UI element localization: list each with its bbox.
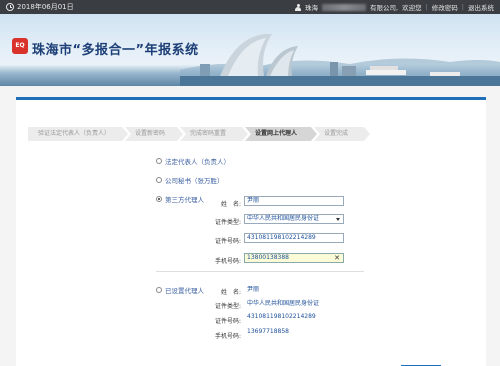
step-password-reset-done: 完成密码重置 [180, 127, 248, 141]
date-text: 2018年06月01日 [17, 3, 74, 11]
existing-name-value: 尹丽 [247, 286, 260, 293]
id-number-label: 证件号码: [214, 238, 241, 245]
radio-icon[interactable] [156, 287, 162, 293]
top-bar: 2018年06月01日 珠海 有限公司, 欢迎您 | 修改密码 | 退出系统 [0, 0, 500, 14]
logout-link[interactable]: 退出系统 [468, 2, 494, 12]
existing-phone-label: 手机号码: [214, 333, 241, 340]
option-third-party-label: 第三方代理人 [165, 196, 204, 204]
existing-id-number-value: 431081198102214289 [247, 313, 316, 320]
company-suffix: 有限公司, [370, 4, 399, 12]
company-name-redacted [322, 3, 367, 11]
step-complete: 设置完成 [314, 127, 370, 141]
radio-icon[interactable] [156, 158, 162, 164]
date-display: 2018年06月01日 [6, 2, 74, 12]
id-type-value: 中华人民共和国居民身份证 [247, 215, 320, 222]
header-banner: EQ 珠海市“多报合一”年报系统 [0, 14, 500, 86]
chevron-down-icon[interactable] [336, 218, 340, 221]
step-new-password: 设置新密码 [125, 127, 183, 141]
close-icon[interactable]: ✕ [334, 254, 340, 262]
step-verify-legal-rep: 验证法定代表人（负责人） [28, 127, 128, 141]
main-panel: 验证法定代表人（负责人） 设置新密码 完成密码重置 设置网上代理人 设置完成 法… [16, 97, 486, 366]
clock-icon [6, 3, 14, 11]
option-legal-rep[interactable]: 法定代表人（负责人） [156, 156, 230, 166]
id-type-select[interactable]: 中华人民共和国居民身份证 [244, 214, 344, 224]
separator: | [425, 3, 428, 11]
option-legal-rep-label: 法定代表人（负责人） [165, 158, 230, 166]
option-third-party[interactable]: 第三方代理人 [156, 194, 204, 204]
step-set-online-agent: 设置网上代理人 [245, 127, 317, 141]
name-label: 姓 名: [220, 201, 241, 208]
option-finance[interactable]: 公司秘书（张万胜） [156, 175, 224, 185]
user-icon [295, 3, 302, 11]
id-number-input[interactable]: 431081198102214289 [244, 233, 344, 243]
existing-id-type-label: 证件类型: [214, 303, 241, 310]
separator: | [461, 3, 464, 11]
user-area: 珠海 有限公司, 欢迎您 | 修改密码 | 退出系统 [295, 2, 494, 12]
city-skyline-image [180, 33, 500, 86]
radio-icon[interactable] [156, 196, 162, 202]
id-type-label: 证件类型: [214, 219, 241, 226]
existing-id-number-label: 证件号码: [214, 318, 241, 325]
phone-input[interactable]: 13800138388 ✕ [244, 253, 344, 263]
greeting: 欢迎您 [402, 4, 422, 12]
radio-icon[interactable] [156, 177, 162, 183]
existing-name-label: 姓 名: [220, 289, 241, 296]
existing-id-type-value: 中华人民共和国居民身份证 [247, 300, 320, 307]
phone-value: 13800138388 [247, 254, 289, 261]
option-finance-label: 公司秘书（张万胜） [165, 177, 224, 185]
progress-steps: 验证法定代表人（负责人） 设置新密码 完成密码重置 设置网上代理人 设置完成 [28, 127, 370, 141]
site-title: 珠海市“多报合一”年报系统 [32, 43, 199, 58]
option-already-set-label: 已设置代理人 [165, 287, 204, 295]
divider [156, 271, 364, 272]
company-prefix: 珠海 [305, 4, 319, 12]
logo-icon: EQ [12, 38, 28, 54]
option-already-set[interactable]: 已设置代理人 [156, 285, 204, 295]
change-password-link[interactable]: 修改密码 [432, 2, 458, 12]
phone-label: 手机号码: [214, 258, 241, 265]
name-input[interactable]: 尹丽 [244, 196, 344, 206]
existing-phone-value: 13697718858 [247, 328, 289, 335]
